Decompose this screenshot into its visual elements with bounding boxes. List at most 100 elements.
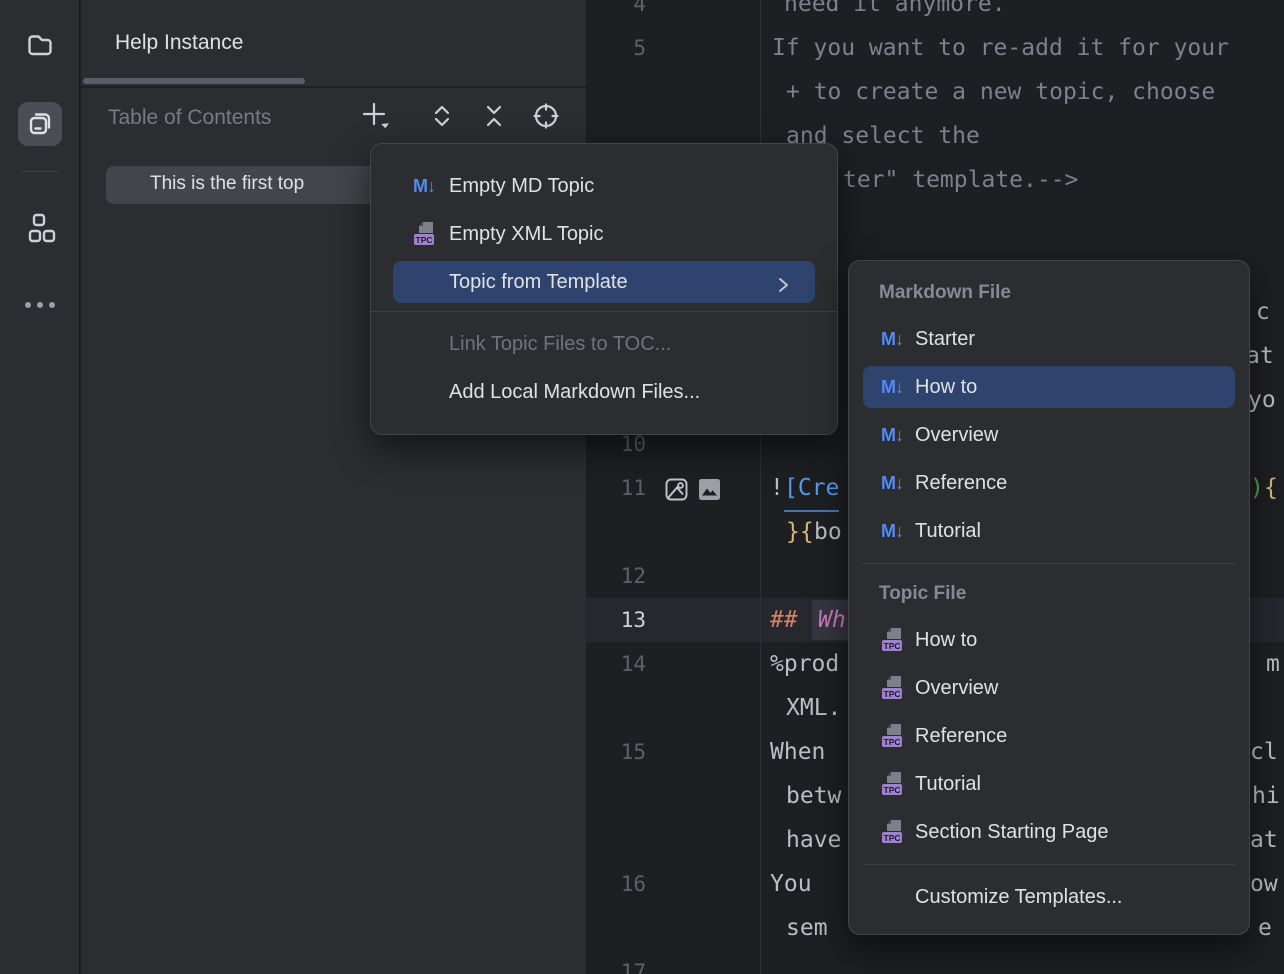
code-fragment: }{	[786, 510, 814, 554]
line-number: 13	[586, 598, 646, 642]
expand-all-button[interactable]	[424, 100, 460, 136]
context-menu-item-empty-xml-topic[interactable]: TPCEmpty XML Topic	[371, 210, 837, 258]
code-fragment: %prod	[770, 642, 839, 686]
template-submenu-item-starter[interactable]: M↓Starter	[849, 315, 1249, 363]
template-submenu-item-how-to[interactable]: M↓ How to	[863, 366, 1235, 408]
line-number: 4	[586, 0, 646, 26]
structure-icon	[24, 212, 56, 244]
code-fragment: need it anymore.	[784, 0, 1006, 26]
code-fragment: betw	[786, 774, 841, 818]
topic-icon: TPC	[879, 675, 905, 701]
template-submenu-item-reference[interactable]: TPCReference	[849, 712, 1249, 760]
code-fragment: When	[770, 730, 825, 774]
more-tool-windows-button[interactable]	[18, 283, 62, 327]
add-icon	[360, 101, 390, 136]
line-number: 5	[586, 26, 646, 70]
template-submenu-item-how-to[interactable]: TPC How to	[849, 616, 1249, 664]
toc-toolbar: Table of Contents	[81, 88, 586, 150]
code-fragment: You	[770, 862, 812, 906]
menu-item-label: Add Local Markdown Files...	[449, 381, 700, 404]
tool-window-tab[interactable]: Help Instance	[115, 31, 243, 55]
svg-text:TPC: TPC	[883, 641, 900, 651]
code-fragment: at	[1246, 334, 1274, 378]
line-number: 11	[586, 466, 646, 510]
menu-separator	[863, 563, 1235, 564]
code-fragment: have	[786, 818, 841, 862]
image-filled-icon[interactable]	[698, 478, 721, 506]
tool-windows-icon	[25, 109, 55, 139]
template-submenu-item-overview[interactable]: TPCOverview	[849, 664, 1249, 712]
activity-bar-divider	[22, 171, 58, 172]
line-number: 16	[586, 862, 646, 906]
line-number: 12	[586, 554, 646, 598]
code-fragment: [Cre	[784, 466, 839, 512]
context-menu-item-empty-md-topic[interactable]: M↓Empty MD Topic	[371, 162, 837, 210]
code-fragment: c	[1256, 290, 1270, 334]
submenu-arrow-icon	[775, 275, 791, 301]
template-submenu-item-reference[interactable]: M↓Reference	[849, 459, 1249, 507]
template-submenu-item-overview[interactable]: M↓Overview	[849, 411, 1249, 459]
svg-text:TPC: TPC	[883, 833, 900, 843]
context-menu-item-add-local-markdown-files[interactable]: Add Local Markdown Files...	[371, 368, 837, 416]
code-fragment: bo	[814, 510, 842, 554]
code-fragment: yo	[1248, 378, 1276, 422]
markdown-icon: M↓	[879, 521, 905, 542]
menu-item-label: Customize Templates...	[915, 886, 1123, 909]
line-number: 17	[586, 950, 646, 974]
menu-item-label: Section Starting Page	[915, 821, 1108, 844]
more-icon	[23, 300, 57, 310]
code-fragment: cl	[1250, 730, 1278, 774]
svg-text:TPC: TPC	[883, 689, 900, 699]
markdown-icon: M↓	[411, 176, 437, 197]
template-submenu-item-customize-templates[interactable]: Customize Templates...	[849, 873, 1249, 921]
topic-icon: TPC	[879, 819, 905, 845]
menu-item-label: How to	[915, 376, 977, 399]
code-fragment: {	[1264, 466, 1278, 510]
toc-title: Table of Contents	[108, 106, 271, 130]
template-submenu-item-tutorial[interactable]: M↓ Tutorial	[849, 507, 1249, 555]
submenu-section-header: Markdown File	[849, 271, 1249, 315]
topic-icon: TPC	[879, 723, 905, 749]
svg-text:TPC: TPC	[883, 737, 900, 747]
menu-item-label: How to	[915, 629, 977, 652]
context-menu-item-topic-from-template[interactable]: Topic from Template	[393, 261, 815, 303]
code-fragment: ter" template.-->	[843, 158, 1078, 202]
toc-tree-item-selected[interactable]: This is the first top	[106, 166, 406, 204]
structure-tool-button[interactable]	[18, 206, 62, 250]
menu-item-label: Tutorial	[915, 520, 981, 543]
code-fragment: at	[1250, 818, 1278, 862]
menu-item-label: Tutorial	[915, 773, 981, 796]
tool-windows-button[interactable]	[18, 102, 62, 146]
submenu-section-header: Topic File	[849, 572, 1249, 616]
topic-icon: TPC	[879, 627, 905, 653]
code-fragment: hi	[1252, 774, 1280, 818]
add-topic-button[interactable]	[357, 100, 393, 136]
template-submenu-item-section-starting-page[interactable]: TPC Section Starting Page	[849, 808, 1249, 856]
menu-separator	[371, 311, 837, 312]
code-fragment: e	[1258, 906, 1272, 950]
menu-item-label: Link Topic Files to TOC...	[449, 333, 671, 356]
context-menu-item-link-topic-files-to-toc[interactable]: Link Topic Files to TOC...	[371, 320, 837, 368]
code-fragment: Wh	[818, 598, 846, 642]
svg-text:TPC: TPC	[883, 785, 900, 795]
line-number: 14	[586, 642, 646, 686]
project-tool-button[interactable]	[18, 23, 62, 67]
menu-item-label: Reference	[915, 472, 1007, 495]
template-submenu-item-tutorial[interactable]: TPC Tutorial	[849, 760, 1249, 808]
locate-icon	[531, 101, 561, 136]
markdown-icon: M↓	[879, 377, 905, 398]
menu-item-label: Topic from Template	[449, 271, 628, 294]
code-fragment: sem	[786, 906, 828, 950]
code-fragment: XML.	[786, 686, 841, 730]
markdown-icon: M↓	[879, 425, 905, 446]
code-fragment: + to create a new topic, choose	[786, 70, 1215, 114]
expand-all-icon	[428, 102, 456, 135]
locate-selection-button[interactable]	[528, 100, 564, 136]
code-fragment: m	[1266, 642, 1280, 686]
image-outline-icon[interactable]	[664, 477, 689, 507]
collapse-all-icon	[480, 102, 508, 135]
code-fragment: !	[770, 466, 784, 510]
ide-window: Help Instance Table of Contents	[0, 0, 1284, 974]
svg-text:TPC: TPC	[415, 235, 432, 245]
collapse-all-button[interactable]	[476, 100, 512, 136]
